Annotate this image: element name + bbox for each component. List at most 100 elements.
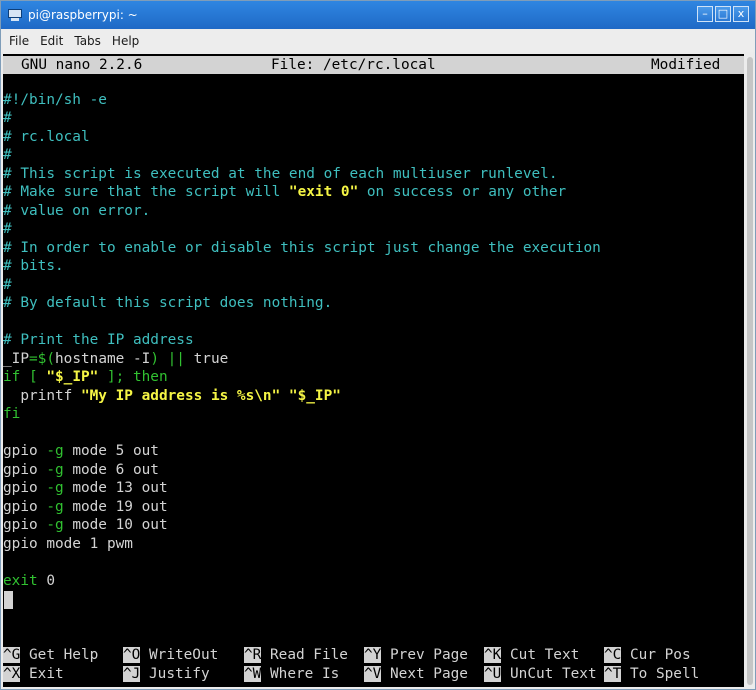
shortcut-to-spell[interactable]: ^T To Spell <box>604 665 699 683</box>
nano-header: GNU nano 2.2.6 File: /etc/rc.local Modif… <box>3 56 744 74</box>
code-text: printf <box>3 388 81 404</box>
code-text: _IP <box>3 351 29 367</box>
shortcut-key: ^O <box>123 647 141 663</box>
shortcut-writeout[interactable]: ^O WriteOut <box>123 646 218 664</box>
code-text: mode 19 out <box>63 499 168 515</box>
shortcut-key: ^U <box>484 666 502 682</box>
code-comment: on success or any other <box>358 184 567 200</box>
code-line: gpio -g mode 13 out <box>3 479 168 497</box>
text-cursor <box>4 591 13 609</box>
code-text: mode 6 out <box>63 462 159 478</box>
code-keyword: =$( <box>29 351 55 367</box>
shortcut-key: ^Y <box>364 647 382 663</box>
shortcut-label: Exit <box>20 666 64 682</box>
title-bar[interactable]: pi@raspberrypi: ~ – □ x <box>1 1 755 29</box>
maximize-button[interactable]: □ <box>715 6 731 22</box>
code-string: "My IP address is %s\n" "$_IP" <box>80 388 341 404</box>
code-line: exit 0 <box>3 572 55 590</box>
shortcut-key: ^T <box>604 666 622 682</box>
shortcut-label: UnCut Text <box>501 666 597 682</box>
shortcut-get-help[interactable]: ^G Get Help <box>3 646 98 664</box>
vertical-scrollbar[interactable] <box>745 54 755 687</box>
code-line: fi <box>3 406 21 422</box>
code-line: # <box>3 277 12 293</box>
shortcut-where-is[interactable]: ^W Where Is <box>244 665 339 683</box>
shortcut-uncut-text[interactable]: ^U UnCut Text <box>484 665 597 683</box>
shortcut-label: Next Page <box>381 666 468 682</box>
shortcut-key: ^X <box>3 666 21 682</box>
code-line: gpio -g mode 10 out <box>3 516 168 534</box>
code-string: "exit 0" <box>288 184 359 200</box>
code-comment: # Make sure that the script will <box>3 184 289 200</box>
shortcut-label: Get Help <box>20 647 99 663</box>
code-text: mode 10 out <box>63 517 168 533</box>
minimize-button[interactable]: – <box>697 6 713 22</box>
code-line: gpio -g mode 5 out <box>3 442 159 460</box>
shortcut-label: To Spell <box>621 666 700 682</box>
menu-bar: File Edit Tabs Help <box>1 30 755 52</box>
shortcut-key: ^W <box>244 666 262 682</box>
code-line: if [ "$_IP" ]; then <box>3 368 168 386</box>
code-text: gpio <box>3 499 47 515</box>
nano-filename: File: /etc/rc.local <box>271 57 436 73</box>
shortcut-key: ^J <box>123 666 141 682</box>
code-line: # <box>3 110 12 126</box>
menu-edit[interactable]: Edit <box>40 34 63 48</box>
code-flag: -g <box>46 443 64 459</box>
code-line: # Make sure that the script will "exit 0… <box>3 183 566 201</box>
code-flag: -g <box>46 462 64 478</box>
code-text: gpio <box>3 480 47 496</box>
shortcut-label: WriteOut <box>140 647 219 663</box>
close-button[interactable]: x <box>733 6 749 22</box>
code-line: printf "My IP address is %s\n" "$_IP" <box>3 387 341 405</box>
code-flag: -g <box>46 517 64 533</box>
code-keyword: ]; then <box>98 369 168 385</box>
code-line: gpio mode 1 pwm <box>3 536 133 552</box>
code-line: gpio -g mode 6 out <box>3 461 159 479</box>
shortcut-next-page[interactable]: ^V Next Page <box>364 665 468 683</box>
code-text: true <box>184 351 229 367</box>
code-line: # value on error. <box>3 203 151 219</box>
shortcut-label: Justify <box>140 666 210 682</box>
shortcut-exit[interactable]: ^X Exit <box>3 665 64 683</box>
code-keyword: if [ <box>3 369 47 385</box>
code-string: "$_IP" <box>46 369 99 385</box>
shortcut-key: ^V <box>364 666 382 682</box>
shortcut-prev-page[interactable]: ^Y Prev Page <box>364 646 468 664</box>
menu-file[interactable]: File <box>9 34 29 48</box>
shortcut-justify[interactable]: ^J Justify <box>123 665 210 683</box>
shortcut-key: ^G <box>3 647 21 663</box>
menu-tabs[interactable]: Tabs <box>74 34 101 48</box>
code-flag: -g <box>46 499 64 515</box>
code-text: 0 <box>37 573 55 589</box>
code-line: # bits. <box>3 258 64 274</box>
code-line: # In order to enable or disable this scr… <box>3 240 601 256</box>
window-title: pi@raspberrypi: ~ <box>28 8 138 22</box>
scrollbar-thumb[interactable] <box>747 57 753 685</box>
code-keyword: exit <box>3 573 38 589</box>
code-flag: -g <box>46 480 64 496</box>
shortcut-cut-text[interactable]: ^K Cut Text <box>484 646 579 664</box>
code-keyword: || <box>167 351 185 367</box>
code-line: # This script is executed at the end of … <box>3 166 558 182</box>
menu-help[interactable]: Help <box>112 34 139 48</box>
code-text: gpio <box>3 443 47 459</box>
shortcut-label: Prev Page <box>381 647 468 663</box>
terminal-screen[interactable]: GNU nano 2.2.6 File: /etc/rc.local Modif… <box>3 54 744 687</box>
terminal-window: pi@raspberrypi: ~ – □ x File Edit Tabs H… <box>0 0 756 690</box>
code-line: #!/bin/sh -e <box>3 92 107 108</box>
code-line: # By default this script does nothing. <box>3 295 333 311</box>
code-text: mode 5 out <box>63 443 159 459</box>
shortcut-key: ^K <box>484 647 502 663</box>
shortcut-key: ^R <box>244 647 262 663</box>
shortcut-read-file[interactable]: ^R Read File <box>244 646 348 664</box>
code-text: gpio <box>3 517 47 533</box>
shortcut-label: Where Is <box>261 666 340 682</box>
code-line: gpio -g mode 19 out <box>3 498 168 516</box>
code-line: # <box>3 147 12 163</box>
code-text: gpio <box>3 462 47 478</box>
nano-version: GNU nano 2.2.6 <box>21 57 143 73</box>
code-line: # <box>3 221 12 237</box>
code-text: hostname -I <box>55 351 151 367</box>
shortcut-cur-pos[interactable]: ^C Cur Pos <box>604 646 691 664</box>
